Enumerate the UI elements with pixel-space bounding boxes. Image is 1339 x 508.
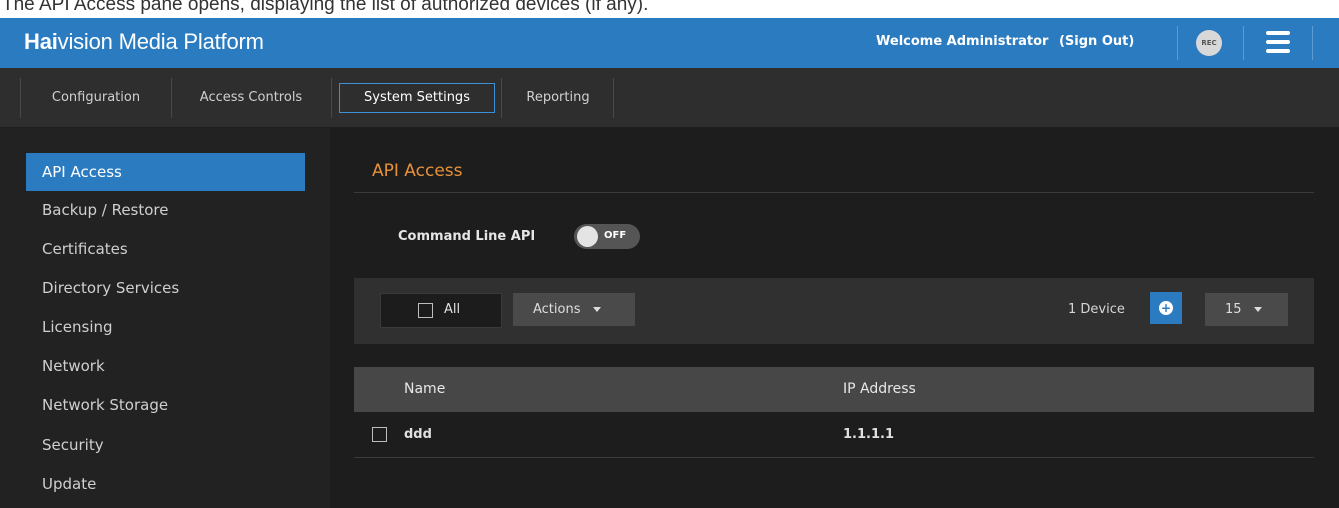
top-header-bar: Haivision Media Platform Welcome Adminis… bbox=[0, 18, 1339, 68]
sidebar-item-update[interactable]: Update bbox=[26, 465, 305, 503]
header-divider bbox=[1243, 26, 1244, 60]
tab-access-controls[interactable]: Access Controls bbox=[180, 83, 322, 113]
actions-label: Actions bbox=[533, 302, 581, 317]
welcome-text: Welcome Administrator (Sign Out) bbox=[876, 34, 1134, 49]
chevron-down-icon bbox=[592, 307, 601, 312]
settings-sidebar: API Access Backup / Restore Certificates… bbox=[0, 128, 330, 508]
nav-divider bbox=[501, 78, 502, 118]
main-panel: API Access Command Line API OFF All Acti… bbox=[330, 128, 1339, 508]
column-header-name[interactable]: Name bbox=[404, 381, 445, 397]
select-all-label: All bbox=[444, 302, 461, 317]
table-row[interactable]: ddd 1.1.1.1 bbox=[354, 412, 1314, 458]
main-nav: Configuration Access Controls System Set… bbox=[0, 68, 1339, 128]
page-title: API Access bbox=[372, 161, 463, 181]
sidebar-item-licensing[interactable]: Licensing bbox=[26, 308, 305, 346]
row-checkbox[interactable] bbox=[372, 427, 387, 442]
device-name[interactable]: ddd bbox=[404, 427, 432, 442]
select-all-control[interactable]: All bbox=[380, 293, 502, 328]
add-device-button[interactable]: + bbox=[1150, 292, 1182, 324]
sidebar-item-directory-services[interactable]: Directory Services bbox=[26, 269, 305, 307]
page-size-dropdown[interactable]: 15 bbox=[1205, 293, 1288, 326]
page-size-value: 15 bbox=[1225, 302, 1242, 317]
sidebar-item-network-storage[interactable]: Network Storage bbox=[26, 386, 305, 424]
brand-rest: vision Media Platform bbox=[57, 29, 264, 54]
toggle-knob bbox=[577, 226, 598, 247]
app-logo: Haivision Media Platform bbox=[24, 29, 264, 55]
toggle-state-label: OFF bbox=[604, 230, 627, 241]
column-header-ip-address[interactable]: IP Address bbox=[843, 381, 916, 397]
sign-out-link[interactable]: (Sign Out) bbox=[1059, 34, 1134, 49]
welcome-label: Welcome Administrator bbox=[876, 34, 1049, 49]
command-line-api-toggle[interactable]: OFF bbox=[574, 224, 640, 249]
command-line-api-label: Command Line API bbox=[398, 229, 536, 244]
select-all-checkbox[interactable] bbox=[418, 303, 433, 318]
nav-divider bbox=[613, 78, 614, 118]
nav-divider bbox=[171, 78, 172, 118]
nav-divider bbox=[20, 78, 21, 118]
tab-configuration[interactable]: Configuration bbox=[30, 83, 162, 113]
sidebar-item-certificates[interactable]: Certificates bbox=[26, 230, 305, 268]
table-header: Name IP Address bbox=[354, 367, 1314, 412]
sidebar-item-backup-restore[interactable]: Backup / Restore bbox=[26, 191, 305, 229]
tab-reporting[interactable]: Reporting bbox=[510, 83, 606, 113]
device-ip: 1.1.1.1 bbox=[843, 427, 894, 442]
hamburger-menu-icon[interactable] bbox=[1266, 31, 1290, 53]
rec-button[interactable]: REC bbox=[1196, 30, 1222, 56]
plus-circle-icon: + bbox=[1159, 301, 1173, 315]
device-toolbar: All Actions 1 Device + 15 bbox=[354, 278, 1314, 344]
brand-bold: Hai bbox=[24, 29, 58, 54]
page-caption: The API Access pane opens, displaying th… bbox=[2, 0, 649, 15]
sidebar-item-api-access[interactable]: API Access bbox=[26, 153, 305, 191]
header-divider bbox=[1312, 26, 1313, 60]
nav-divider bbox=[331, 78, 332, 118]
chevron-down-icon bbox=[1253, 307, 1262, 312]
actions-dropdown[interactable]: Actions bbox=[513, 293, 635, 326]
title-divider bbox=[354, 192, 1314, 193]
sidebar-item-network[interactable]: Network bbox=[26, 347, 305, 385]
tab-system-settings[interactable]: System Settings bbox=[339, 83, 495, 113]
device-count: 1 Device bbox=[1068, 302, 1125, 317]
header-divider bbox=[1177, 26, 1178, 60]
sidebar-item-security[interactable]: Security bbox=[26, 426, 305, 464]
